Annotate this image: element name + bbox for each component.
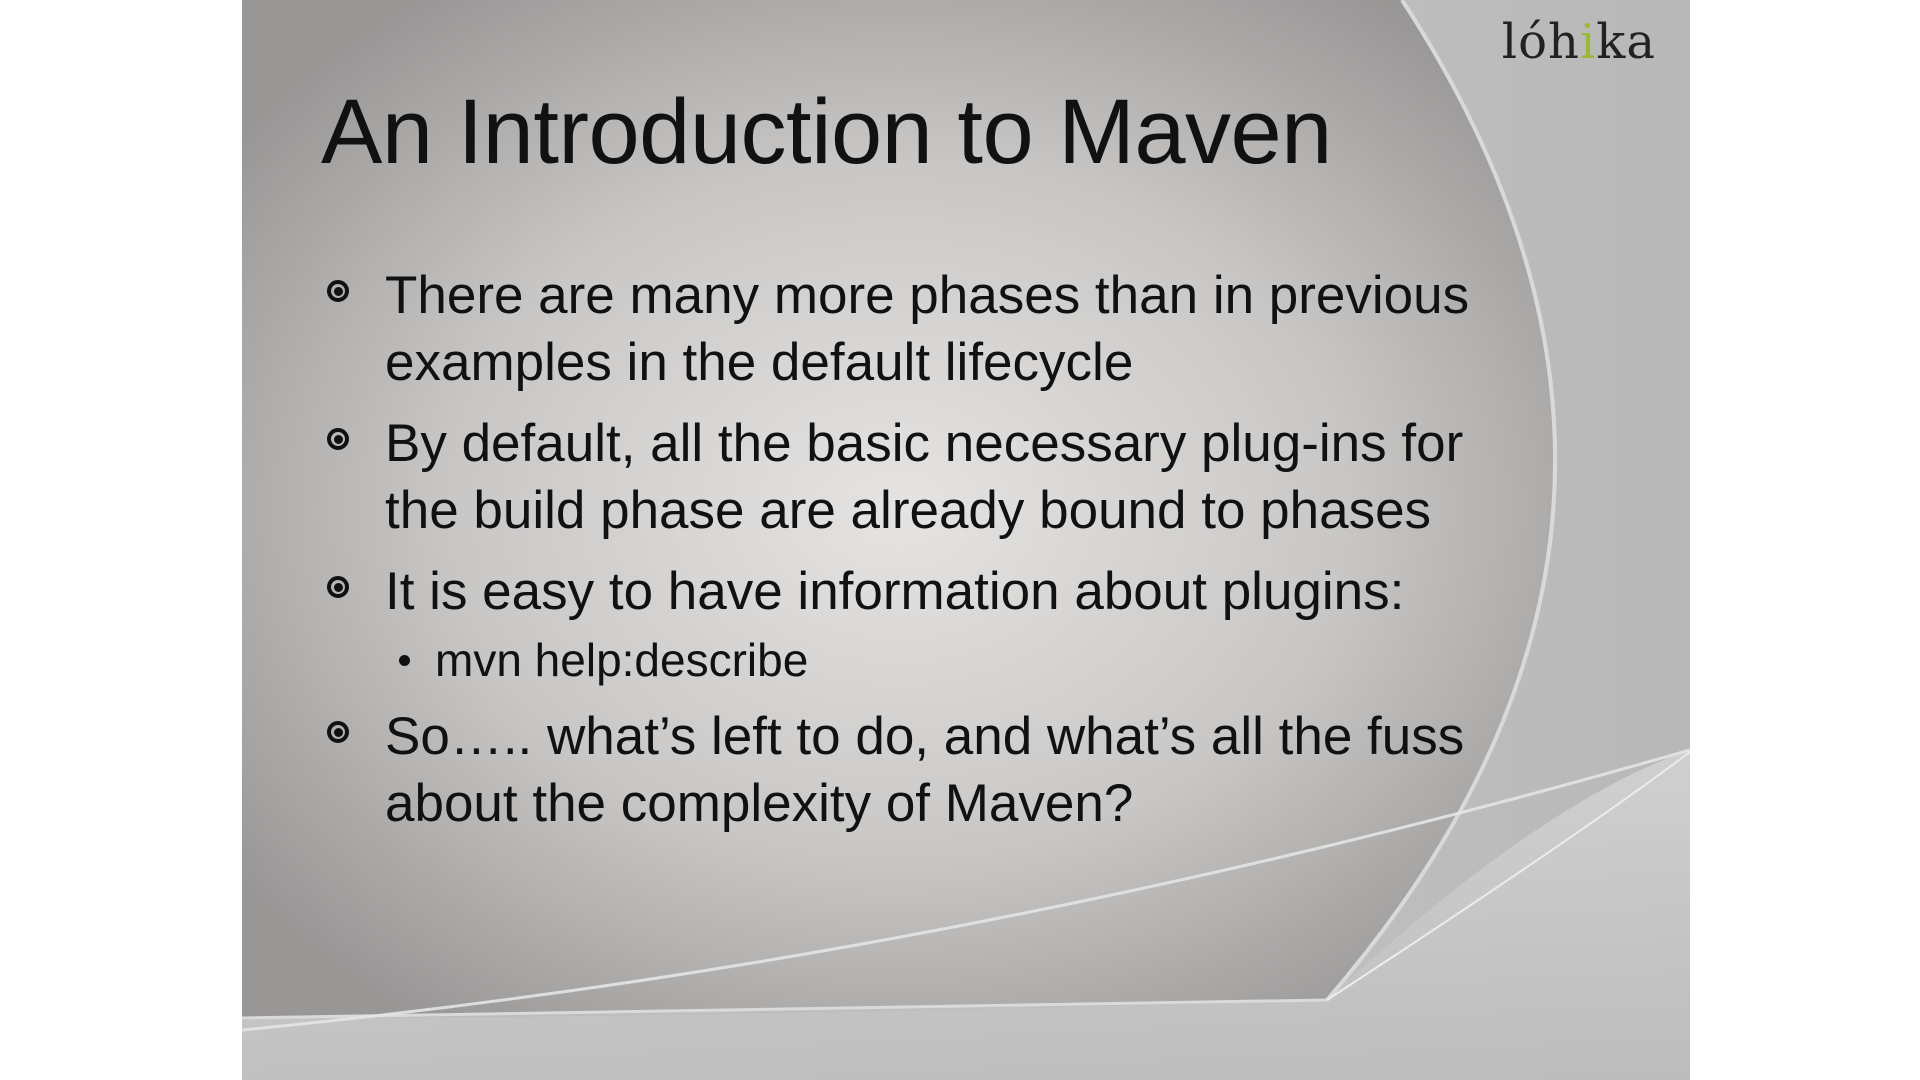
- sub-bullet-text: mvn help:describe: [435, 634, 809, 686]
- logo-text-end: ka: [1596, 14, 1656, 70]
- logo-accent-letter: i: [1579, 14, 1597, 70]
- bullet-item: By default, all the basic necessary plug…: [327, 410, 1537, 544]
- bullet-item: It is easy to have information about plu…: [327, 558, 1537, 689]
- slide-title: An Introduction to Maven: [321, 81, 1332, 183]
- logo-text-start: lóh: [1501, 14, 1580, 70]
- page: lóhika An Introduction to Maven There ar…: [0, 0, 1920, 1080]
- circle-bullet-icon: [327, 576, 349, 598]
- bullet-text: So….. what’s left to do, and what’s all …: [385, 707, 1465, 833]
- bullet-item: So….. what’s left to do, and what’s all …: [327, 703, 1537, 837]
- bullet-text: By default, all the basic necessary plug…: [385, 414, 1464, 540]
- circle-bullet-icon: [327, 721, 349, 743]
- circle-bullet-icon: [327, 428, 349, 450]
- circle-bullet-icon: [327, 280, 349, 302]
- sub-bullet-list: mvn help:describe: [385, 631, 1537, 689]
- dot-bullet-icon: [399, 655, 410, 666]
- bullet-item: There are many more phases than in previ…: [327, 262, 1537, 396]
- sub-bullet-item: mvn help:describe: [385, 631, 1537, 689]
- bullet-text: It is easy to have information about plu…: [385, 562, 1405, 621]
- lohika-logo: lóhika: [1502, 14, 1656, 70]
- bullet-text: There are many more phases than in previ…: [385, 266, 1470, 392]
- bullet-list: There are many more phases than in previ…: [327, 262, 1537, 851]
- slide: lóhika An Introduction to Maven There ar…: [242, 0, 1690, 1080]
